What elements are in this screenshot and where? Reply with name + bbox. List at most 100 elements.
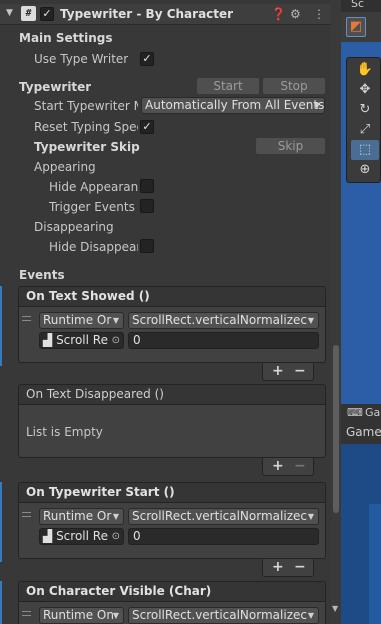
chevron-down-icon: ▼ <box>307 512 314 521</box>
scene-view-panel: Sc ◩ ✋ ✥ ↻ ⤢ ⬚ ⊕ ⌨ Ga Game <box>341 0 381 624</box>
event-list-buttons: + − <box>262 559 314 577</box>
component-header[interactable]: ▼ # ✓ Typewriter - By Character ❓ ⚙ ⋮ <box>0 4 331 25</box>
scroll-rect-icon: ▟ <box>43 333 53 347</box>
chevron-down-icon: ▼ <box>307 611 314 620</box>
event-title: On Character Visible (Char) <box>19 582 325 602</box>
rotate-tool-icon[interactable]: ↻ <box>351 100 379 120</box>
target-object-name: Scroll Re <box>56 333 108 347</box>
hide-disappearance-checkbox[interactable] <box>140 239 154 253</box>
event-on-character-visible: On Character Visible (Char) Runtime On ▼… <box>18 581 326 624</box>
target-object-field[interactable]: ▟ Scroll Re ⊙ <box>39 528 124 545</box>
event-selection-bar <box>0 581 2 624</box>
function-dropdown[interactable]: ScrollRect.verticalNormalizec ▼ <box>128 312 319 329</box>
reset-typing-speed-label: Reset Typing Spee <box>34 120 138 134</box>
rect-tool-icon[interactable]: ⬚ <box>351 140 379 160</box>
runtime-value: Runtime Or <box>43 509 112 523</box>
hand-tool-icon[interactable]: ✋ <box>351 60 379 80</box>
events-heading: Events <box>19 268 65 282</box>
runtime-dropdown[interactable]: Runtime Or ▼ <box>39 508 124 525</box>
skip-button[interactable]: Skip <box>256 138 325 154</box>
empty-list-text: List is Empty <box>26 425 103 439</box>
game-view-object <box>369 504 381 624</box>
remove-listener-button[interactable]: − <box>294 458 306 475</box>
drag-handle-icon[interactable] <box>22 512 31 517</box>
start-typewriter-mode-label: Start Typewriter M <box>34 99 138 113</box>
target-object-field[interactable]: ▟ Scroll Re ⊙ <box>39 332 124 349</box>
hide-appearance-checkbox[interactable] <box>140 179 154 193</box>
target-object-name: Scroll Re <box>56 529 108 543</box>
object-picker-icon[interactable]: ⊙ <box>112 333 120 348</box>
runtime-dropdown[interactable]: Runtime Or ▼ <box>39 312 124 329</box>
inspector-panel: ▼ # ✓ Typewriter - By Character ❓ ⚙ ⋮ Ma… <box>0 0 340 624</box>
event-selection-bar <box>0 286 2 366</box>
start-typewriter-mode-dropdown[interactable]: Automatically From All Events ▼ <box>141 97 325 114</box>
event-on-text-showed: On Text Showed () Runtime Or ▼ ScrollRec… <box>18 286 326 363</box>
object-picker-icon[interactable]: ⊙ <box>112 529 120 544</box>
scroll-rect-icon: ▟ <box>43 529 53 543</box>
start-mode-value: Automatically From All Events <box>145 98 325 112</box>
game-viewport <box>341 444 381 624</box>
typewriter-skip-heading: Typewriter Skip <box>34 140 140 154</box>
component-enabled-checkbox[interactable]: ✓ <box>40 7 54 21</box>
presets-icon[interactable]: ⚙ <box>290 7 301 21</box>
scene-tool-icon[interactable]: ◩ <box>346 17 366 37</box>
disappearing-label: Disappearing <box>34 220 114 234</box>
tool-strip: ✋ ✥ ↻ ⤢ ⬚ ⊕ <box>346 57 381 183</box>
game-tab-label[interactable]: Ga <box>365 406 380 419</box>
hide-disappearance-label: Hide Disappeara <box>49 240 138 254</box>
trigger-events-checkbox[interactable] <box>140 199 154 213</box>
runtime-value: Runtime On <box>43 608 114 622</box>
game-controller-icon: ⌨ <box>347 406 363 419</box>
transform-tool-icon[interactable]: ⊕ <box>351 160 379 180</box>
chevron-down-icon: ▼ <box>112 611 119 620</box>
chevron-down-icon: ▼ <box>313 101 320 110</box>
remove-listener-button[interactable]: − <box>294 363 306 380</box>
inspector-scrollbar[interactable]: ▼ <box>331 0 341 624</box>
event-list-buttons: + − <box>262 363 314 381</box>
chevron-down-icon: ▼ <box>112 512 119 521</box>
chevron-down-icon: ▼ <box>307 316 314 325</box>
game-view-label: Game <box>346 425 381 439</box>
move-tool-icon[interactable]: ✥ <box>351 80 379 100</box>
context-menu-icon[interactable]: ⋮ <box>313 7 325 21</box>
scene-tab-label[interactable]: Sc <box>351 0 364 10</box>
scroll-down-arrow-icon[interactable]: ▼ <box>332 604 338 613</box>
use-type-writer-label: Use Type Writer <box>34 52 129 66</box>
hide-appearance-label: Hide Appearanc <box>49 180 138 194</box>
stop-button[interactable]: Stop <box>263 78 325 94</box>
event-list-buttons: + − <box>262 458 314 476</box>
event-title: On Typewriter Start () <box>19 483 325 503</box>
reset-typing-speed-checkbox[interactable]: ✓ <box>140 120 154 134</box>
event-on-typewriter-start: On Typewriter Start () Runtime Or ▼ Scro… <box>18 482 326 559</box>
appearing-label: Appearing <box>34 160 96 174</box>
add-listener-button[interactable]: + <box>272 458 284 475</box>
help-icon[interactable]: ❓ <box>271 7 286 21</box>
main-settings-heading: Main Settings <box>19 31 113 45</box>
runtime-dropdown[interactable]: Runtime On ▼ <box>39 607 124 624</box>
event-selection-bar <box>0 482 2 562</box>
scene-tab-bar: Sc <box>341 0 381 12</box>
script-icon: # <box>21 6 36 21</box>
scale-tool-icon[interactable]: ⤢ <box>351 120 379 140</box>
chevron-down-icon: ▼ <box>112 316 119 325</box>
game-tab-bar: ⌨ Ga Game <box>341 404 381 444</box>
scene-toolbar: ◩ <box>341 12 381 42</box>
value-field[interactable]: 0 <box>128 332 319 349</box>
drag-handle-icon[interactable] <box>22 611 31 616</box>
start-button[interactable]: Start <box>197 78 259 94</box>
value-field[interactable]: 0 <box>128 528 319 545</box>
add-listener-button[interactable]: + <box>272 363 284 380</box>
drag-handle-icon[interactable] <box>22 316 31 321</box>
event-title: On Text Showed () <box>19 287 325 307</box>
runtime-value: Runtime Or <box>43 313 112 327</box>
function-dropdown[interactable]: ScrollRect.verticalNormalizec ▼ <box>128 607 319 624</box>
remove-listener-button[interactable]: − <box>294 559 306 576</box>
use-type-writer-checkbox[interactable]: ✓ <box>140 52 154 66</box>
event-title: On Text Disappeared () <box>19 385 325 405</box>
function-value: ScrollRect.verticalNormalizec <box>132 608 307 622</box>
trigger-events-label: Trigger Events C <box>49 200 138 214</box>
function-dropdown[interactable]: ScrollRect.verticalNormalizec ▼ <box>128 508 319 525</box>
scroll-thumb[interactable] <box>333 345 339 513</box>
foldout-arrow-icon[interactable]: ▼ <box>6 8 13 18</box>
add-listener-button[interactable]: + <box>272 559 284 576</box>
